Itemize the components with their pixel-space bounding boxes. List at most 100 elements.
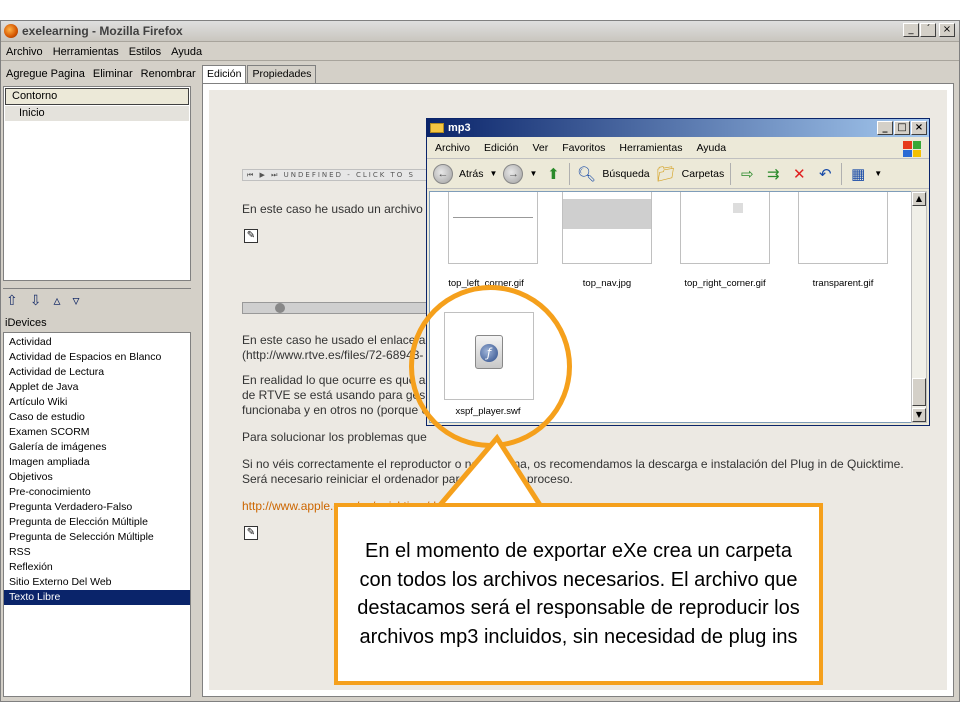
folder-up-icon[interactable]: ⬆ — [543, 164, 563, 184]
idevice-item[interactable]: Pregunta de Selección Múltiple — [4, 530, 190, 545]
demote-icon[interactable]: ⇩ — [30, 293, 42, 309]
scroll-thumb[interactable] — [912, 378, 926, 406]
scroll-up-button[interactable]: ▲ — [912, 192, 926, 206]
rename-button[interactable]: Renombrar — [141, 68, 196, 80]
thumb-line — [453, 217, 533, 218]
idevice-item[interactable]: Actividad de Lectura — [4, 365, 190, 380]
views-icon[interactable]: ▦ — [848, 164, 868, 184]
forward-icon[interactable]: → — [503, 163, 524, 184]
back-dropdown-icon[interactable]: ▼ — [490, 169, 498, 178]
file-thumbnail[interactable] — [798, 192, 888, 264]
paragraph-2-line2: (http://www.rtve.es/files/72-68943- — [242, 348, 424, 362]
idevice-item[interactable]: Actividad de Espacios en Blanco — [4, 350, 190, 365]
toolbar-separator — [730, 162, 732, 185]
delete-button[interactable]: Eliminar — [93, 68, 133, 80]
file-thumbnail[interactable] — [448, 192, 538, 264]
explorer-toolbar: ← Atrás ▼ → ▼ ⬆ 🔍︎ Búsqueda 📁︎ Carpetas … — [427, 159, 929, 189]
file-label[interactable]: top_right_corner.gif — [665, 278, 785, 289]
explorer-close-button[interactable]: × — [911, 121, 927, 135]
audio-player-2[interactable] — [242, 302, 432, 314]
tab-propiedades[interactable]: Propiedades — [247, 65, 317, 83]
explorer-minimize-button[interactable]: _ — [877, 121, 893, 135]
player1-label: UNDEFINED - CLICK TO S — [283, 171, 415, 179]
idevice-item[interactable]: Sitio Externo Del Web — [4, 575, 190, 590]
file-view-scrollbar[interactable]: ▲ ▼ — [911, 191, 927, 423]
delete-icon[interactable]: ✕ — [789, 164, 809, 184]
idevices-label: iDevices — [5, 317, 47, 329]
edit-icon[interactable]: ✎ — [244, 526, 258, 540]
toolbar-separator — [569, 162, 571, 185]
idevice-item[interactable]: Pre-conocimiento — [4, 485, 190, 500]
tab-edicion[interactable]: Edición — [202, 65, 247, 83]
explorer-maximize-button[interactable]: □ — [894, 121, 910, 135]
idevice-item[interactable]: RSS — [4, 545, 190, 560]
close-button[interactable]: × — [939, 23, 955, 37]
menu-ayuda[interactable]: Ayuda — [171, 46, 202, 58]
folders-icon[interactable]: 📁︎ — [656, 164, 676, 184]
left-panel: Agregue Pagina Eliminar Renombrar Contor… — [1, 63, 197, 699]
paragraph-1: En este caso he usado un archivo — [242, 202, 423, 216]
explorer-menu-herramientas[interactable]: Herramientas — [619, 142, 682, 154]
undo-icon[interactable]: ↶ — [815, 164, 835, 184]
idevice-item[interactable]: Applet de Java — [4, 380, 190, 395]
menu-estilos[interactable]: Estilos — [129, 46, 161, 58]
search-label[interactable]: Búsqueda — [602, 168, 649, 180]
add-page-button[interactable]: Agregue Pagina — [6, 68, 85, 80]
idevice-item-selected[interactable]: Texto Libre — [4, 590, 190, 605]
paragraph-2-line1: En este caso he usado el enlace a — [242, 333, 426, 347]
idevice-item[interactable]: Caso de estudio — [4, 410, 190, 425]
copy-to-icon[interactable]: ⇉ — [763, 164, 783, 184]
folders-label[interactable]: Carpetas — [682, 168, 725, 180]
edit-icon[interactable]: ✎ — [244, 229, 258, 243]
menu-bar: Archivo Herramientas Estilos Ayuda — [1, 43, 959, 61]
paragraph-5-line2: Será necesario reiniciar el ordenador pa… — [242, 472, 573, 486]
file-thumbnail[interactable] — [680, 192, 770, 264]
paragraph-5-line1: Si no véis correctamente el reproductor … — [242, 457, 904, 471]
explorer-menu-favoritos[interactable]: Favoritos — [562, 142, 605, 154]
outline-tree: Contorno Inicio — [3, 86, 191, 281]
folder-icon — [430, 123, 444, 133]
explorer-menu-ayuda[interactable]: Ayuda — [696, 142, 726, 154]
back-icon[interactable]: ← — [433, 163, 453, 184]
file-thumbnail[interactable] — [562, 192, 652, 264]
title-bar: exelearning - Mozilla Firefox _ ´ × — [1, 21, 959, 42]
idevice-item[interactable]: Examen SCORM — [4, 425, 190, 440]
explorer-menu-bar: Archivo Edición Ver Favoritos Herramient… — [427, 137, 929, 159]
firefox-icon — [4, 24, 18, 38]
explorer-menu-ver[interactable]: Ver — [532, 142, 548, 154]
outline-root[interactable]: Contorno — [5, 88, 189, 105]
outline-arrows: ⇧ ⇩ ▵ ▿ — [3, 288, 191, 312]
audio-player-1[interactable]: ⏮ ▶ ⏭ UNDEFINED - CLICK TO S — [242, 169, 442, 181]
idevice-item[interactable]: Reflexión — [4, 560, 190, 575]
move-up-icon[interactable]: ▵ — [53, 293, 60, 309]
scroll-down-button[interactable]: ▼ — [912, 408, 926, 422]
idevice-item[interactable]: Actividad — [4, 335, 190, 350]
menu-herramientas[interactable]: Herramientas — [53, 46, 119, 58]
move-to-icon[interactable]: ⇨ — [737, 164, 757, 184]
back-label[interactable]: Atrás — [459, 168, 484, 180]
toolbar-separator — [841, 162, 843, 185]
idevice-item[interactable]: Artículo Wiki — [4, 395, 190, 410]
idevice-item[interactable]: Pregunta de Elección Múltiple — [4, 515, 190, 530]
views-dropdown-icon[interactable]: ▼ — [874, 169, 882, 178]
player-knob[interactable] — [275, 303, 285, 313]
outline-item-inicio[interactable]: Inicio — [5, 106, 189, 121]
highlight-circle — [409, 285, 572, 448]
explorer-menu-archivo[interactable]: Archivo — [435, 142, 470, 154]
file-label[interactable]: transparent.gif — [783, 278, 903, 289]
explorer-menu-edicion[interactable]: Edición — [484, 142, 518, 154]
explorer-title: mp3 — [448, 122, 471, 134]
search-icon[interactable]: 🔍︎ — [576, 164, 596, 184]
idevice-item[interactable]: Objetivos — [4, 470, 190, 485]
paragraph-3-line1: En realidad lo que ocurre es que a — [242, 373, 426, 387]
minimize-button[interactable]: _ — [903, 23, 919, 37]
idevice-item[interactable]: Galería de imágenes — [4, 440, 190, 455]
idevice-item[interactable]: Imagen ampliada — [4, 455, 190, 470]
promote-icon[interactable]: ⇧ — [6, 293, 18, 309]
menu-archivo[interactable]: Archivo — [6, 46, 43, 58]
idevice-item[interactable]: Pregunta Verdadero-Falso — [4, 500, 190, 515]
move-down-icon[interactable]: ▿ — [73, 293, 80, 309]
forward-dropdown-icon[interactable]: ▼ — [529, 169, 537, 178]
file-label[interactable]: top_nav.jpg — [547, 278, 667, 289]
maximize-button[interactable]: ´ — [920, 23, 936, 37]
